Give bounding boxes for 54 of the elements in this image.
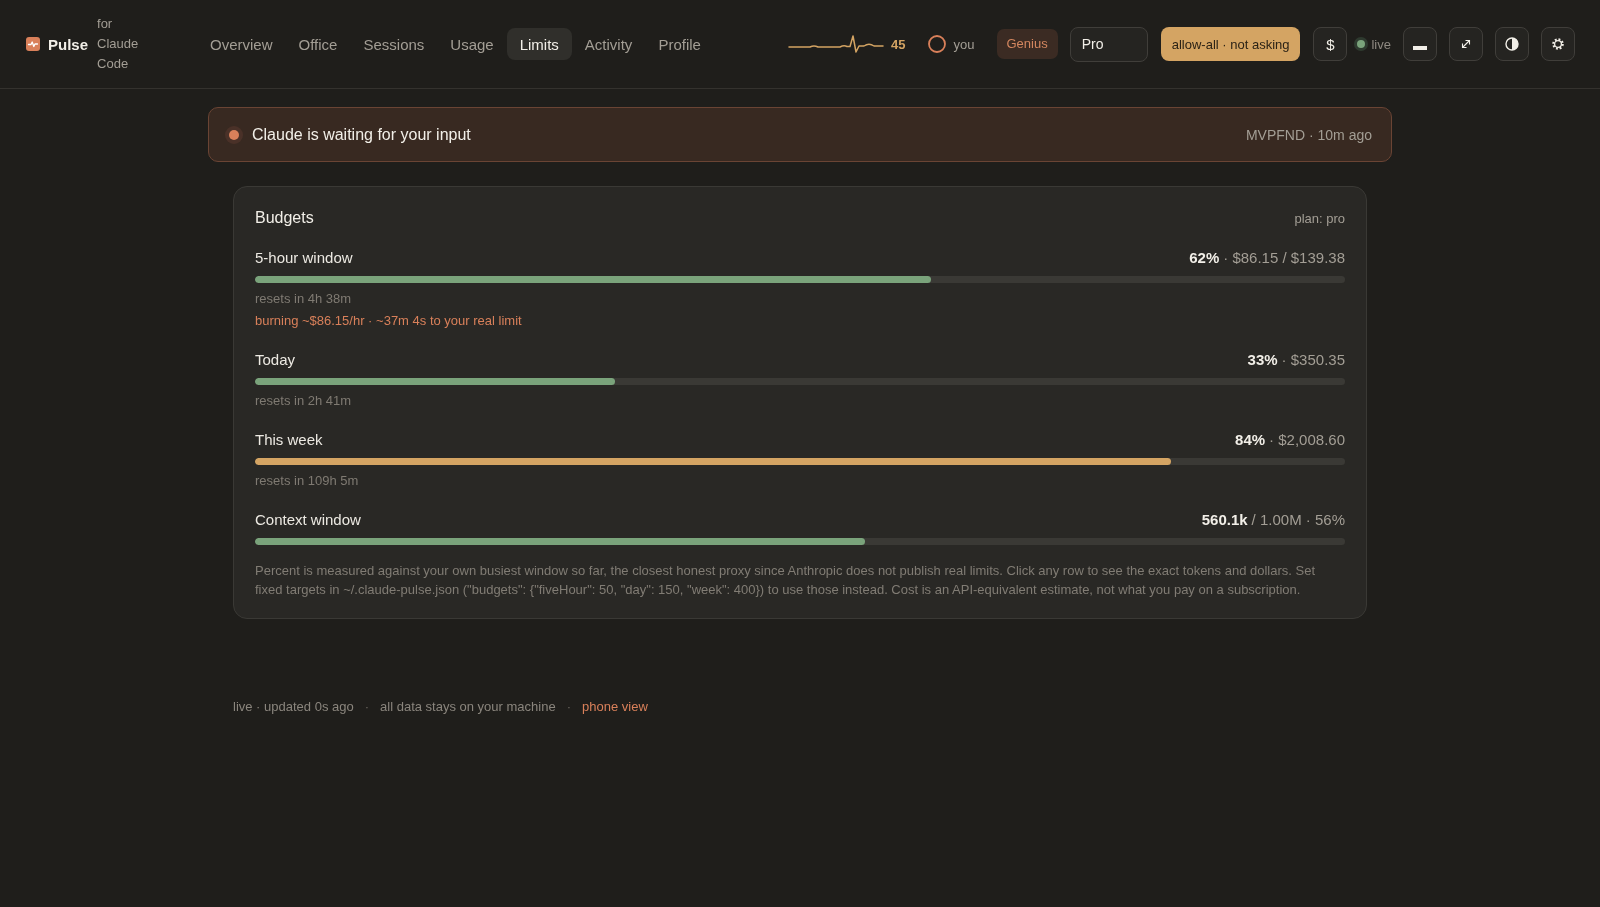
cost-button[interactable]: $ — [1313, 27, 1348, 61]
tier-badge: Genius — [996, 29, 1058, 59]
plan-label: plan: pro — [1294, 210, 1345, 226]
phone-view-link[interactable]: phone view — [582, 699, 648, 714]
minimize-button[interactable] — [1403, 27, 1437, 61]
contrast-icon — [1505, 37, 1519, 51]
settings-button[interactable] — [1541, 27, 1575, 61]
budget-value: 84% — [1235, 430, 1266, 448]
footer-text: all data stays on your machine — [380, 699, 556, 714]
footer-separator: · — [566, 699, 571, 714]
activity-count: 45 — [891, 36, 906, 52]
brand-tagline: for Claude Code — [97, 15, 140, 73]
budgets-note: Percent is measured against your own busiest window so far, the closest honest proxy since Anthropic does not publish real limits. Click any row to see the exact tokens and dollars. Set fixed targets in ~/.claude-pulse.json ("budgets": {"fiveHour": 50, "day": 150, "week": 400}) to use those instead. Cost is an API-equivalent estimate, not what you pay on a subscription. — [255, 562, 1317, 599]
reset-time: resets in 2h 41m — [255, 392, 352, 410]
theme-button[interactable] — [1495, 27, 1529, 61]
banner-message: Claude is waiting for your input — [252, 125, 471, 144]
banner-meta: MVPFND · 10m ago — [1245, 126, 1372, 143]
budget-value: 33% — [1247, 350, 1278, 368]
plan-field[interactable]: Pro — [1069, 26, 1148, 62]
footer-separator: · — [364, 699, 370, 714]
expand-button[interactable] — [1449, 27, 1483, 61]
expand-icon — [1461, 39, 1471, 49]
permission-button[interactable]: allow-all · not asking — [1160, 27, 1301, 61]
budget-amount: / 1.00M · 56% — [1251, 510, 1345, 528]
brand-name: Pulse — [48, 35, 89, 53]
budget-amount: · $86.15 / $139.38 — [1223, 248, 1345, 266]
reset-time: resets in 109h 5m — [255, 472, 359, 490]
footer-text: live · updated 0s ago — [233, 699, 354, 714]
budget-value: 560.1k — [1201, 510, 1248, 528]
budget-label: Context window — [255, 510, 361, 528]
status-dot-icon — [1354, 37, 1369, 51]
nav-tab[interactable]: Overview — [197, 28, 286, 60]
budget-label: 5-hour window — [255, 248, 353, 266]
reset-time: resets in 4h 38m — [255, 290, 352, 308]
ring-icon — [927, 35, 946, 53]
user-label: you — [953, 36, 975, 52]
burn-rate-warning: burning ~$86.15/hr · ~37m 4s to your real limit — [255, 312, 522, 330]
nav-tab[interactable]: Limits — [506, 28, 572, 60]
budget-amount: · $350.35 — [1281, 350, 1345, 368]
budget-value: 62% — [1189, 248, 1220, 266]
horizontal-bar-icon — [1413, 46, 1427, 50]
nav-tab[interactable]: Sessions — [350, 28, 438, 60]
nav-tab[interactable]: Office — [285, 28, 351, 60]
live-label: live — [1371, 36, 1391, 52]
budget-amount: · $2,008.60 — [1269, 430, 1345, 448]
nav-tab[interactable]: Activity — [571, 28, 646, 60]
heartbeat-logo-icon — [26, 37, 40, 51]
nav-tab[interactable]: Profile — [645, 28, 714, 60]
settings-icon — [1552, 38, 1564, 50]
budget-label: Today — [255, 350, 296, 368]
nav-tab[interactable]: Usage — [437, 28, 507, 60]
status-dot-icon — [225, 125, 243, 144]
card-title: Budgets — [255, 209, 314, 227]
budget-label: This week — [255, 430, 323, 448]
